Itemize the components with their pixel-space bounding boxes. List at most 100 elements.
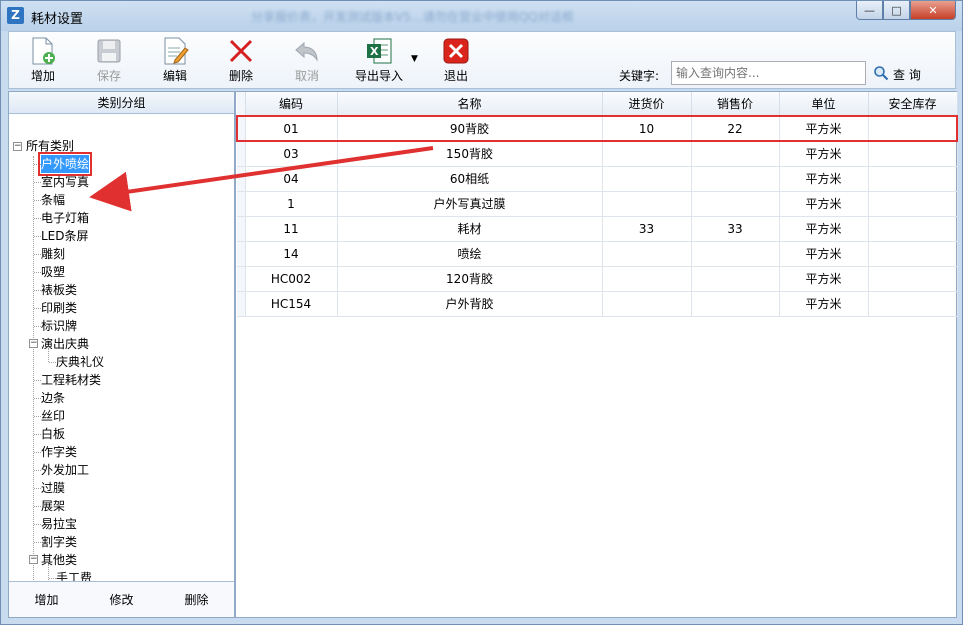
- table-cell[interactable]: HC154: [245, 291, 338, 317]
- table-cell[interactable]: [602, 141, 692, 167]
- tree-item[interactable]: 外发加工: [41, 461, 89, 479]
- table-cell[interactable]: 33: [602, 216, 692, 242]
- table-row[interactable]: 1 户外写真过膜 平方米: [237, 191, 958, 217]
- table-cell[interactable]: [691, 291, 780, 317]
- collapse-root-icon[interactable]: −: [13, 142, 22, 151]
- table-cell[interactable]: 22: [691, 115, 780, 142]
- tree-item[interactable]: 标识牌: [41, 317, 77, 335]
- tree-item[interactable]: 户外喷绘: [37, 152, 93, 176]
- row-header[interactable]: [237, 166, 246, 192]
- tree-item[interactable]: 过膜: [41, 479, 65, 497]
- table-cell[interactable]: 60相纸: [337, 166, 603, 192]
- table-row[interactable]: 01 90背胶 10 22 平方米: [236, 115, 958, 142]
- column-header[interactable]: 名称: [337, 92, 603, 117]
- tree-item[interactable]: 割字类: [41, 533, 77, 551]
- edit-button[interactable]: 编辑: [153, 34, 197, 88]
- tree-item[interactable]: 印刷类: [41, 299, 77, 317]
- query-button[interactable]: 查 询: [873, 65, 921, 84]
- table-cell[interactable]: 喷绘: [337, 241, 603, 267]
- table-cell[interactable]: [602, 291, 692, 317]
- table-row[interactable]: 11 耗材 33 33 平方米: [237, 216, 958, 242]
- row-header[interactable]: [237, 266, 246, 292]
- column-header[interactable]: 编码: [245, 92, 338, 117]
- table-cell[interactable]: [868, 266, 958, 292]
- collapse-group-icon[interactable]: −: [29, 555, 38, 564]
- table-cell[interactable]: [602, 241, 692, 267]
- maximize-icon[interactable]: □: [883, 1, 910, 20]
- table-row[interactable]: 03 150背胶 平方米: [237, 141, 958, 167]
- table-cell[interactable]: 11: [245, 216, 338, 242]
- keyword-search-input[interactable]: [671, 61, 866, 85]
- table-cell[interactable]: [868, 241, 958, 267]
- export-import-button[interactable]: X 导出导入: [347, 34, 411, 88]
- tree-item[interactable]: 电子灯箱: [41, 209, 89, 227]
- column-header[interactable]: 安全库存: [868, 92, 958, 117]
- tree-item[interactable]: 工程耗材类: [41, 371, 101, 389]
- tree-group[interactable]: 其他类: [41, 551, 77, 569]
- tree-item[interactable]: 吸塑: [41, 263, 65, 281]
- table-cell[interactable]: 户外背胶: [337, 291, 603, 317]
- row-header[interactable]: [237, 291, 246, 317]
- row-header[interactable]: [237, 241, 246, 267]
- table-cell[interactable]: 平方米: [779, 216, 869, 242]
- table-cell[interactable]: 平方米: [779, 141, 869, 167]
- dropdown-arrow-icon[interactable]: ▼: [411, 54, 418, 64]
- row-header[interactable]: [237, 191, 246, 217]
- table-cell[interactable]: [691, 241, 780, 267]
- table-cell[interactable]: [602, 166, 692, 192]
- table-cell[interactable]: 01: [245, 115, 338, 142]
- table-row[interactable]: HC002 120背胶 平方米: [237, 266, 958, 292]
- table-cell[interactable]: 150背胶: [337, 141, 603, 167]
- table-cell[interactable]: [868, 115, 958, 142]
- table-cell[interactable]: 平方米: [779, 166, 869, 192]
- table-cell[interactable]: 户外写真过膜: [337, 191, 603, 217]
- tree-item[interactable]: 丝印: [41, 407, 65, 425]
- table-row[interactable]: 04 60相纸 平方米: [237, 166, 958, 192]
- tree-item[interactable]: 易拉宝: [41, 515, 77, 533]
- column-header[interactable]: 单位: [779, 92, 869, 117]
- row-header[interactable]: [236, 115, 246, 142]
- tree-item[interactable]: 白板: [41, 425, 65, 443]
- table-cell[interactable]: 平方米: [779, 241, 869, 267]
- collapse-group-icon[interactable]: −: [29, 339, 38, 348]
- table-cell[interactable]: 平方米: [779, 115, 869, 142]
- table-cell[interactable]: [868, 291, 958, 317]
- table-cell[interactable]: 04: [245, 166, 338, 192]
- table-cell[interactable]: 90背胶: [337, 115, 603, 142]
- table-cell[interactable]: [868, 216, 958, 242]
- column-header[interactable]: 进货价: [602, 92, 692, 117]
- tree-item[interactable]: 室内写真: [41, 173, 89, 191]
- tree-root[interactable]: 所有类别: [26, 137, 74, 155]
- table-cell[interactable]: 120背胶: [337, 266, 603, 292]
- table-cell[interactable]: [691, 266, 780, 292]
- table-cell[interactable]: 平方米: [779, 191, 869, 217]
- column-header[interactable]: 销售价: [691, 92, 780, 117]
- table-cell[interactable]: [868, 166, 958, 192]
- table-cell[interactable]: 03: [245, 141, 338, 167]
- add-button[interactable]: 增加: [21, 34, 65, 88]
- minimize-icon[interactable]: —: [856, 1, 883, 20]
- table-row[interactable]: 14 喷绘 平方米: [237, 241, 958, 267]
- table-cell[interactable]: [691, 166, 780, 192]
- category-modify-button[interactable]: 修改: [99, 591, 143, 608]
- table-cell[interactable]: HC002: [245, 266, 338, 292]
- table-cell[interactable]: [868, 141, 958, 167]
- cancel-button[interactable]: 取消: [285, 34, 329, 88]
- table-cell[interactable]: 耗材: [337, 216, 603, 242]
- row-header[interactable]: [237, 141, 246, 167]
- tree-item[interactable]: 展架: [41, 497, 65, 515]
- row-header[interactable]: [237, 216, 246, 242]
- table-cell[interactable]: 10: [602, 115, 692, 142]
- tree-item[interactable]: 作字类: [41, 443, 77, 461]
- table-cell[interactable]: 平方米: [779, 266, 869, 292]
- table-cell[interactable]: [691, 191, 780, 217]
- table-row[interactable]: HC154 户外背胶 平方米: [237, 291, 958, 317]
- table-cell[interactable]: [602, 191, 692, 217]
- save-button[interactable]: 保存: [87, 34, 131, 88]
- tree-item[interactable]: 边条: [41, 389, 65, 407]
- tree-item[interactable]: 条幅: [41, 191, 65, 209]
- tree-item[interactable]: 雕刻: [41, 245, 65, 263]
- exit-button[interactable]: 退出: [434, 34, 478, 88]
- table-cell[interactable]: [691, 141, 780, 167]
- table-cell[interactable]: [868, 191, 958, 217]
